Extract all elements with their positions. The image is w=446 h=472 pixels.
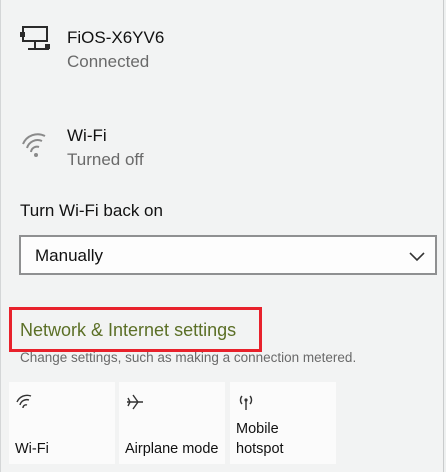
wifi-off-icon xyxy=(19,130,53,160)
network-internet-settings-link[interactable]: Network & Internet settings xyxy=(20,320,236,341)
tile-label-line1: Mobile xyxy=(236,421,279,437)
turn-wifi-back-on-dropdown[interactable]: Manually xyxy=(19,235,437,275)
hotspot-icon xyxy=(236,392,256,412)
dropdown-selected-value: Manually xyxy=(35,246,104,265)
tile-label-line2: hotspot xyxy=(236,441,284,457)
network-flyout: FiOS-X6YV6 Connected Wi-Fi Turned off Tu… xyxy=(0,0,444,472)
tile-label: Airplane mode xyxy=(125,441,219,457)
network-item-ethernet[interactable]: FiOS-X6YV6 Connected xyxy=(1,0,441,92)
network-status: Connected xyxy=(67,52,150,71)
tile-label: Wi-Fi xyxy=(15,441,49,457)
quick-action-mobile-hotspot[interactable]: Mobile hotspot xyxy=(230,382,336,464)
turn-wifi-back-on-label: Turn Wi-Fi back on xyxy=(20,201,163,220)
airplane-icon xyxy=(125,392,145,412)
wifi-icon xyxy=(15,392,35,412)
chevron-down-icon xyxy=(409,249,425,262)
settings-description: Change settings, such as making a connec… xyxy=(20,350,357,365)
quick-action-wifi[interactable]: Wi-Fi xyxy=(9,382,115,464)
quick-action-airplane-mode[interactable]: Airplane mode xyxy=(119,382,225,464)
network-status: Turned off xyxy=(67,150,144,169)
network-name: FiOS-X6YV6 xyxy=(67,28,165,47)
ethernet-monitor-icon xyxy=(19,24,53,54)
network-name: Wi-Fi xyxy=(67,126,107,145)
network-item-wifi[interactable]: Wi-Fi Turned off xyxy=(1,112,441,180)
